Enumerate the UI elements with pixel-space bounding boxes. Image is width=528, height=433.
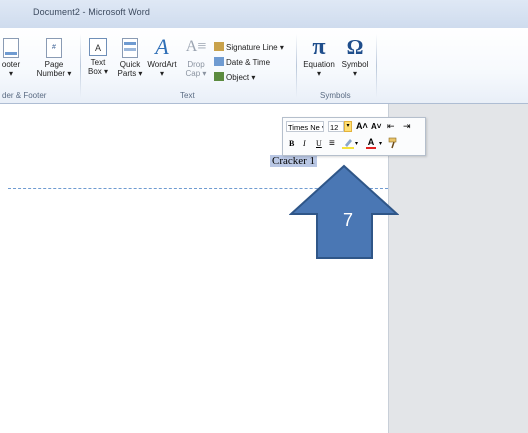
footer-label: ooter — [1, 60, 21, 69]
title-bar: Document2 - Microsoft Word — [0, 0, 528, 28]
footer-button[interactable]: ooter ▾ — [0, 38, 26, 78]
object-label: Object ▾ — [226, 73, 256, 82]
font-size-box[interactable]: 12 — [328, 121, 344, 132]
symbol-label: Symbol — [341, 60, 369, 69]
bold-button[interactable]: B — [289, 139, 294, 148]
format-painter-icon[interactable] — [388, 137, 400, 149]
text-box-button[interactable]: A Text Box ▾ — [84, 38, 112, 76]
font-size-dropdown[interactable]: ▾ — [344, 121, 352, 132]
center-align-button[interactable]: ≡ — [329, 138, 335, 149]
wordart-label: WordArt — [147, 60, 177, 69]
omega-icon: Ω — [346, 35, 364, 59]
group-separator — [80, 34, 81, 98]
group-separator — [376, 34, 377, 98]
text-box-icon: A — [89, 38, 107, 56]
page-number-sublabel: Number ▾ — [36, 69, 72, 78]
mini-toolbar: Times Ne ▾ 12 ▾ A˄ A˅ ⇤ ⇥ B I U ≡ ▾ A ▾ — [282, 117, 426, 156]
shrink-font-button[interactable]: A˅ — [371, 122, 381, 131]
quick-parts-label: Quick — [119, 60, 141, 69]
drop-cap-label: Drop — [187, 60, 205, 69]
page-number-icon: # — [46, 38, 62, 58]
highlight-icon[interactable] — [342, 137, 354, 149]
wordart-button[interactable]: A WordArt ▾ — [144, 34, 180, 79]
wordart-icon: A — [155, 34, 169, 59]
decrease-indent-icon[interactable]: ⇤ — [387, 121, 395, 132]
underline-button[interactable]: U — [316, 139, 322, 148]
group-separator — [296, 34, 297, 98]
date-time-label: Date & Time — [226, 58, 271, 67]
increase-indent-icon[interactable]: ⇥ — [403, 121, 411, 132]
signature-line-button[interactable]: Signature Line ▾ — [214, 42, 284, 52]
page-number-label: Page — [44, 60, 64, 69]
drop-cap-sublabel: Cap ▾ — [185, 69, 207, 78]
highlight-dropdown-icon[interactable]: ▾ — [355, 140, 358, 147]
calendar-icon — [214, 57, 224, 66]
equation-sublabel: ▾ — [316, 69, 321, 78]
wordart-sublabel: ▾ — [159, 69, 164, 78]
text-box-sublabel: Box ▾ — [87, 67, 109, 76]
font-name-box[interactable]: Times Ne ▾ — [286, 121, 324, 132]
signature-icon — [214, 42, 224, 51]
footer-icon — [3, 38, 19, 58]
symbols-group-label: Symbols — [320, 91, 351, 100]
window-title: Document2 - Microsoft Word — [33, 7, 150, 17]
insert-ribbon: ooter ▾ # Page Number ▾ der & Footer A T… — [0, 28, 528, 104]
equation-button[interactable]: π Equation ▾ — [299, 34, 339, 78]
step-number: 7 — [342, 210, 353, 230]
drop-cap-icon: A≡ — [185, 38, 207, 55]
object-button[interactable]: Object ▾ — [214, 72, 255, 82]
quick-parts-button[interactable]: Quick Parts ▾ — [114, 38, 146, 78]
quick-parts-sublabel: Parts ▾ — [117, 69, 143, 78]
date-time-button[interactable]: Date & Time — [214, 57, 270, 67]
symbol-button[interactable]: Ω Symbol ▾ — [341, 36, 369, 78]
symbol-sublabel: ▾ — [352, 69, 357, 78]
footer-arrow: ▾ — [8, 69, 13, 78]
equation-label: Equation — [303, 60, 335, 69]
object-icon — [214, 72, 224, 81]
font-color-dropdown-icon[interactable]: ▾ — [379, 140, 382, 147]
signature-line-label: Signature Line ▾ — [226, 43, 284, 52]
text-group-label: Text — [180, 91, 195, 100]
quick-parts-icon — [122, 38, 138, 58]
header-footer-group-label: der & Footer — [2, 91, 47, 100]
pi-icon: π — [312, 34, 326, 60]
grow-font-button[interactable]: A˄ — [356, 121, 368, 131]
font-color-icon[interactable]: A — [365, 137, 377, 149]
italic-button[interactable]: I — [303, 139, 306, 148]
text-box-label: Text — [90, 58, 106, 67]
drop-cap-button[interactable]: A≡ Drop Cap ▾ — [183, 36, 209, 78]
page-number-button[interactable]: # Page Number ▾ — [36, 38, 72, 78]
